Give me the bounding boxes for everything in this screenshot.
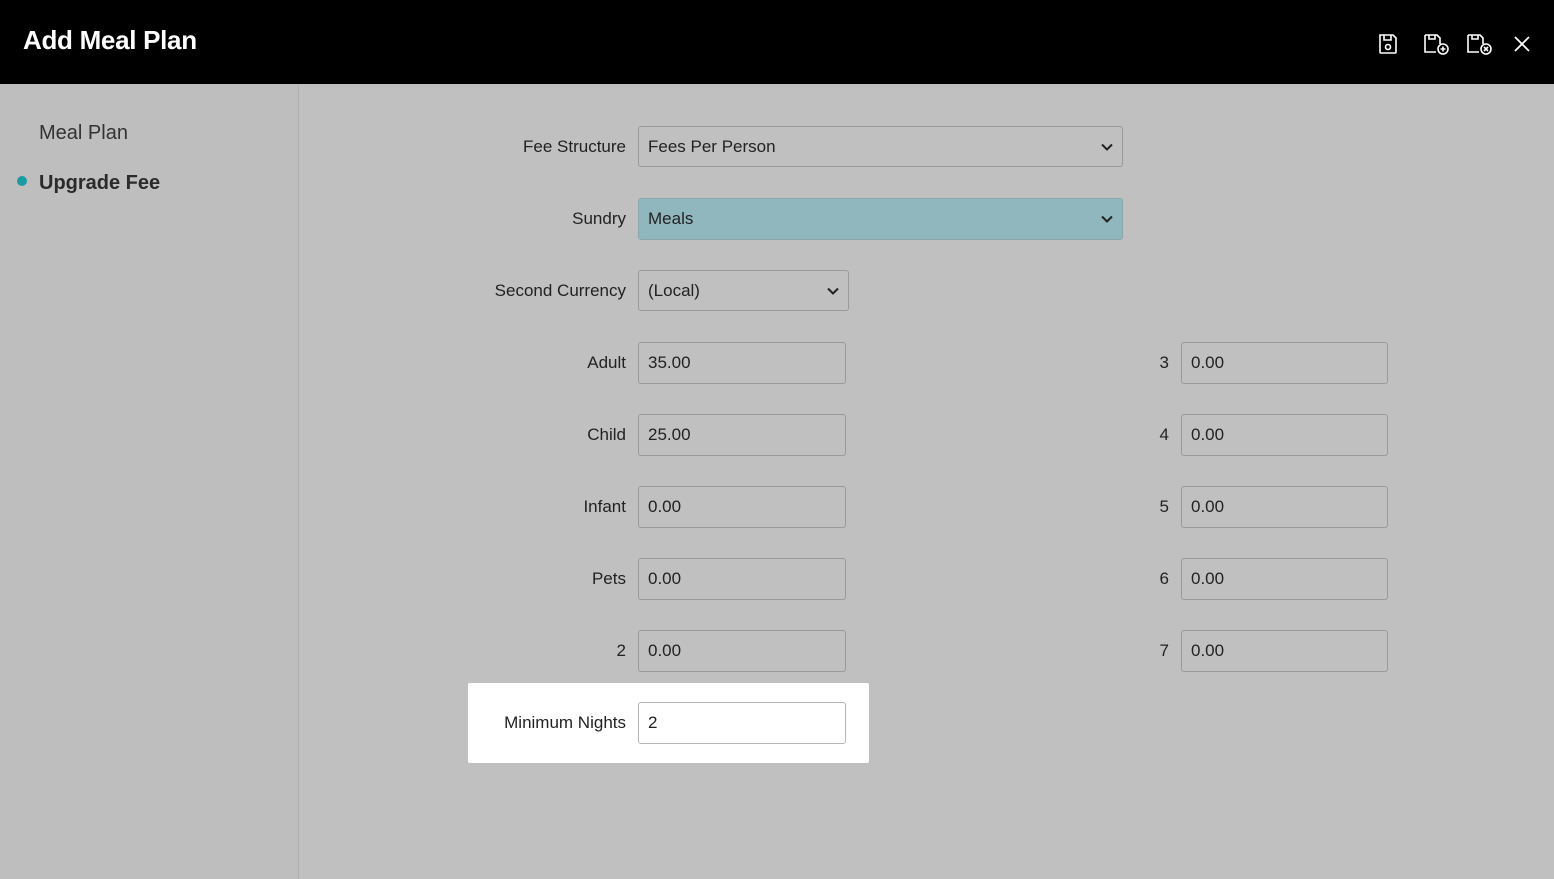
fee-4-label: 4 [1159, 425, 1169, 444]
second-currency-select[interactable]: (Local) [638, 270, 849, 311]
minimum-nights-label: Minimum Nights [504, 713, 626, 732]
adult-label: Adult [587, 353, 626, 372]
fee-structure-select[interactable]: Fees Per Person [638, 126, 1123, 167]
fee-6-input[interactable]: 0.00 [1181, 558, 1388, 600]
fee-3-input[interactable]: 0.00 [1181, 342, 1388, 384]
fee-structure-value: Fees Per Person [648, 137, 776, 156]
sidebar-item-meal-plan[interactable]: Meal Plan [39, 122, 128, 145]
active-indicator-dot [17, 176, 27, 186]
fee-5-label: 5 [1159, 497, 1169, 516]
chevron-down-icon [1101, 215, 1113, 223]
second-currency-value: (Local) [648, 281, 700, 300]
chevron-down-icon [827, 287, 839, 295]
fee-7-input[interactable]: 0.00 [1181, 630, 1388, 672]
fee-7-label: 7 [1159, 641, 1169, 660]
child-label: Child [587, 425, 626, 444]
save-and-new-icon[interactable] [1421, 29, 1451, 59]
sundry-label: Sundry [572, 209, 626, 228]
adult-fee-input[interactable]: 35.00 [638, 342, 846, 384]
chevron-down-icon [1101, 143, 1113, 151]
sidebar: Meal Plan [0, 84, 299, 879]
pets-fee-input[interactable]: 0.00 [638, 558, 846, 600]
header-bar: Add Meal Plan [0, 0, 1554, 84]
pets-label: Pets [591, 569, 626, 588]
second-currency-label: Second Currency [494, 281, 626, 300]
page-title: Add Meal Plan [23, 25, 197, 55]
sundry-select[interactable]: Meals [638, 198, 1123, 240]
fee-2-input[interactable]: 0.00 [638, 630, 846, 672]
infant-fee-input[interactable]: 0.00 [638, 486, 846, 528]
infant-label: Infant [583, 497, 626, 516]
sidebar-item-upgrade-fee[interactable]: Upgrade Fee [39, 172, 160, 195]
child-fee-input[interactable]: 25.00 [638, 414, 846, 456]
close-icon[interactable] [1507, 29, 1537, 59]
minimum-nights-input[interactable]: 2 [638, 702, 846, 744]
fee-2-label: 2 [616, 641, 626, 660]
sundry-value: Meals [648, 209, 694, 228]
fee-4-input[interactable]: 0.00 [1181, 414, 1388, 456]
fee-6-label: 6 [1159, 569, 1169, 588]
save-icon[interactable] [1373, 29, 1403, 59]
fee-5-input[interactable]: 0.00 [1181, 486, 1388, 528]
fee-3-label: 3 [1159, 353, 1169, 372]
save-and-close-icon[interactable] [1464, 29, 1494, 59]
fee-structure-label: Fee Structure [523, 137, 626, 156]
